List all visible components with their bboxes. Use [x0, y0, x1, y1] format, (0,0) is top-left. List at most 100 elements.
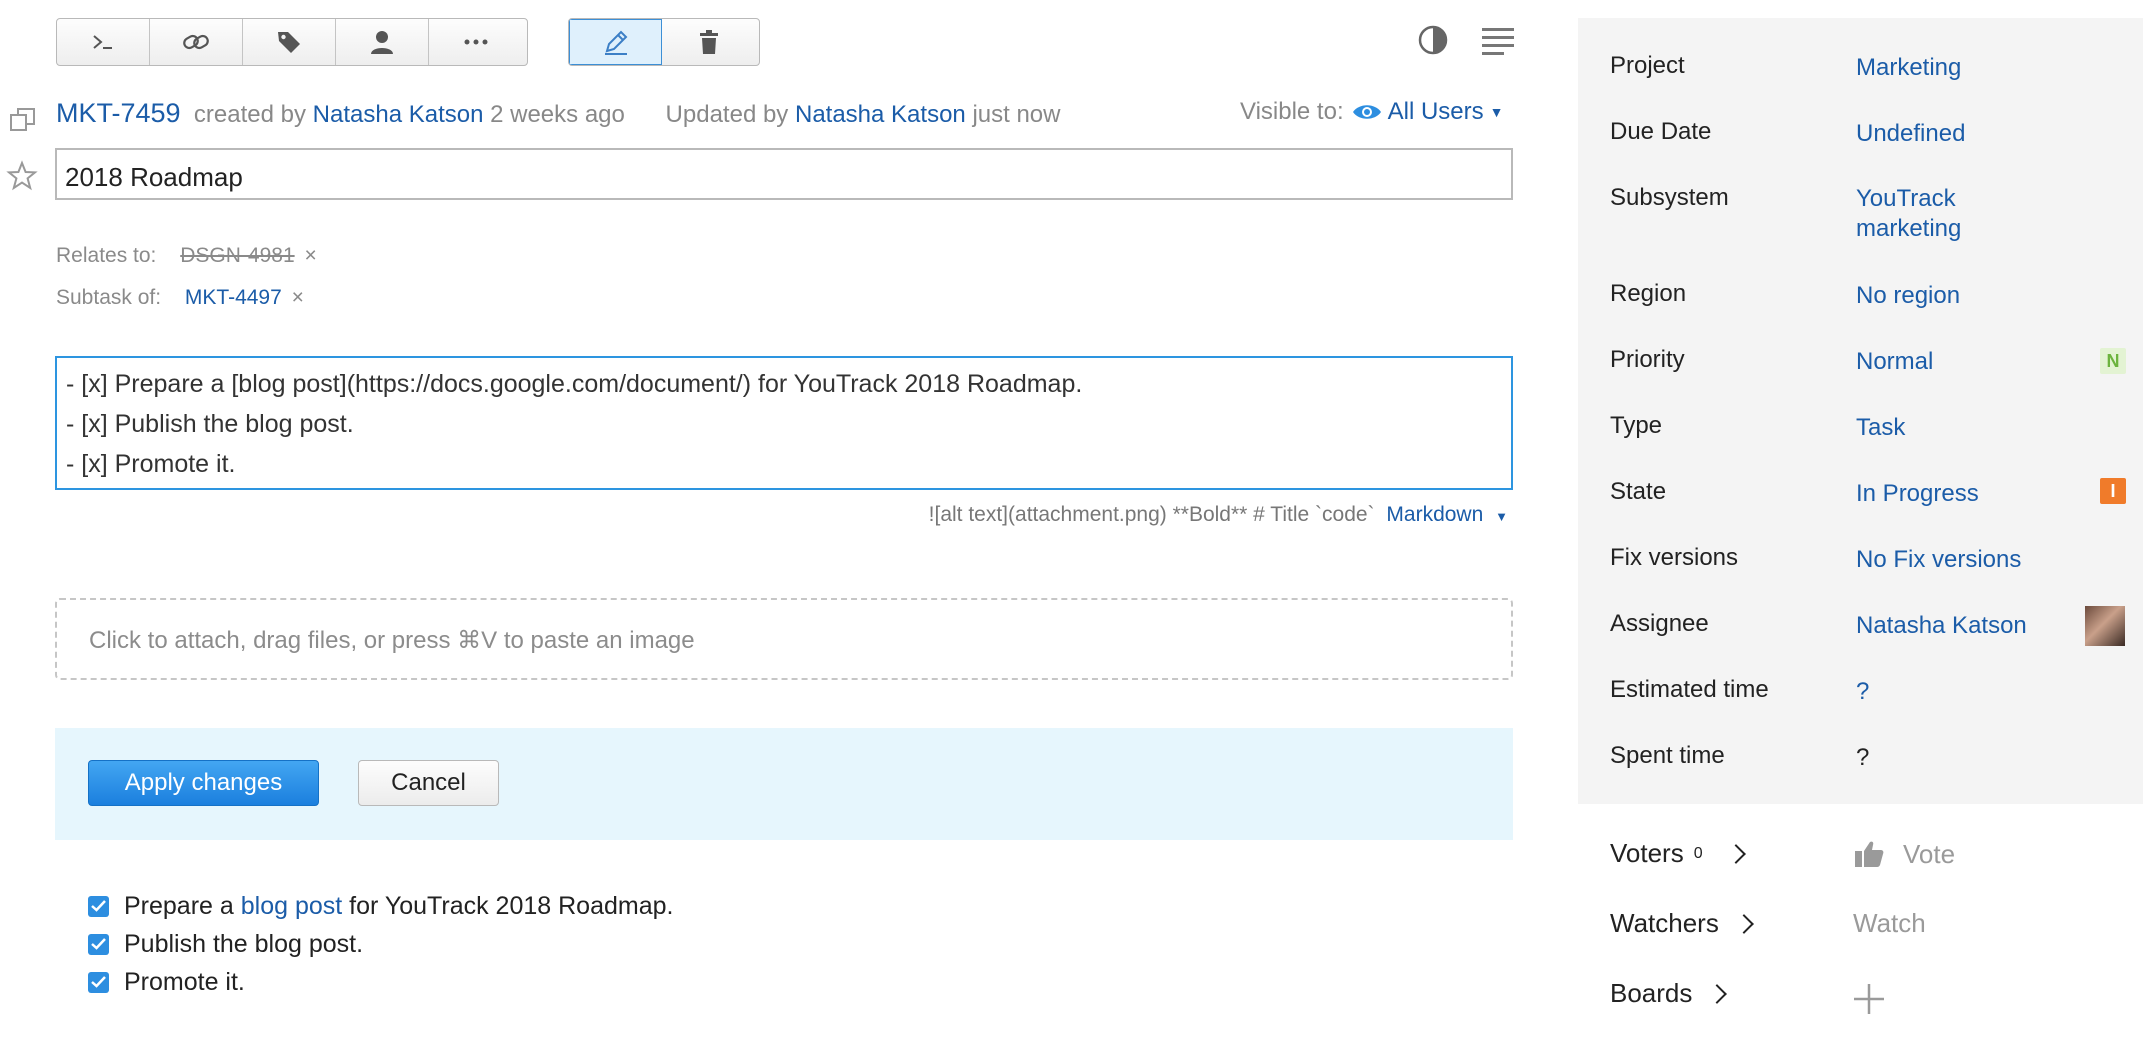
- subtask-issue-link[interactable]: MKT-4497: [185, 286, 282, 309]
- edit-button[interactable]: [569, 19, 662, 65]
- add-to-board-plus-icon[interactable]: [1852, 982, 1886, 1016]
- avatar[interactable]: [2085, 606, 2125, 646]
- field-value-fix-versions[interactable]: No Fix versions: [1856, 545, 2021, 575]
- checklist-text: for YouTrack 2018 Roadmap.: [349, 891, 674, 920]
- checklist-item: Prepare a blog post for YouTrack 2018 Ro…: [88, 888, 673, 924]
- tag-icon: [278, 32, 300, 53]
- blog-post-link[interactable]: blog post: [241, 892, 342, 921]
- description-line: - [x] Promote it.: [66, 450, 236, 478]
- more-button[interactable]: [429, 19, 522, 65]
- cancel-button[interactable]: Cancel: [358, 760, 499, 806]
- field-value-priority[interactable]: Normal: [1856, 347, 1933, 377]
- field-label-due-date: Due Date: [1610, 118, 1712, 145]
- chevron-right-icon: [1733, 913, 1754, 934]
- checklist-text: Publish the blog post.: [124, 929, 364, 958]
- markdown-dropdown-caret-icon[interactable]: ▼: [1495, 509, 1508, 524]
- markdown-hint-text: ![alt text](attachment.png) **Bold** # T…: [928, 503, 1375, 526]
- command-button[interactable]: [57, 19, 150, 65]
- chevron-right-icon: [1707, 983, 1728, 1004]
- issue-fields-panel: Project Marketing Due Date Undefined Sub…: [1578, 18, 2143, 804]
- more-icon: [464, 39, 487, 45]
- subsystem-line: marketing: [1856, 215, 1962, 242]
- checkmark-icon: [91, 900, 106, 912]
- trash-icon: [699, 30, 718, 54]
- state-badge: I: [2100, 478, 2126, 504]
- description-editor[interactable]: - [x] Prepare a [blog post](https://docs…: [55, 356, 1513, 490]
- updater-link[interactable]: Natasha Katson: [795, 101, 966, 128]
- thumbs-up-icon: [1855, 841, 1884, 867]
- toolbar-actions: [56, 18, 528, 66]
- watchers-toggle[interactable]: Watchers: [1610, 908, 1754, 939]
- field-label-type: Type: [1610, 412, 1663, 439]
- pencil-icon: [604, 30, 627, 55]
- vote-label: Vote: [1903, 838, 1956, 869]
- toolbar-edit: [568, 18, 760, 66]
- checkbox-checked[interactable]: [88, 933, 109, 955]
- boards-toggle[interactable]: Boards: [1610, 978, 1728, 1009]
- link-icon: [183, 34, 209, 50]
- menu-lines-icon[interactable]: [1482, 26, 1514, 56]
- tag-button[interactable]: [243, 19, 336, 65]
- updated-time: just now: [972, 101, 1061, 128]
- visibility-selector[interactable]: Visible to: All Users ▼: [1240, 98, 1504, 126]
- chevron-right-icon: [1725, 843, 1746, 864]
- checklist-text: Prepare a: [124, 891, 234, 920]
- attach-dropzone[interactable]: Click to attach, drag files, or press ⌘V…: [55, 598, 1513, 680]
- updated-prefix: Updated by: [665, 101, 789, 128]
- field-label-subsystem: Subsystem: [1610, 184, 1729, 211]
- watch-button[interactable]: Watch: [1853, 908, 1926, 939]
- remove-relates-icon[interactable]: ×: [304, 244, 316, 267]
- vote-button[interactable]: Vote: [1853, 838, 1955, 870]
- checkmark-icon: [91, 976, 106, 988]
- field-value-type[interactable]: Task: [1856, 413, 1905, 443]
- field-value-estimated-time[interactable]: ?: [1856, 677, 1869, 707]
- field-label-assignee: Assignee: [1610, 610, 1709, 637]
- checklist-text: Promote it.: [124, 967, 245, 996]
- voters-label: Voters: [1610, 838, 1684, 868]
- field-value-due-date[interactable]: Undefined: [1856, 119, 1965, 149]
- delete-button[interactable]: [662, 19, 755, 65]
- field-value-project[interactable]: Marketing: [1856, 53, 1961, 83]
- assign-user-button[interactable]: [336, 19, 429, 65]
- field-value-subsystem[interactable]: YouTrack marketing: [1856, 184, 1961, 244]
- checkmark-icon: [91, 938, 106, 950]
- remove-subtask-icon[interactable]: ×: [292, 286, 304, 309]
- markdown-mode-selector[interactable]: Markdown: [1386, 503, 1483, 526]
- voters-toggle[interactable]: Voters 0: [1610, 838, 1746, 869]
- subsystem-line: YouTrack: [1856, 185, 1956, 212]
- field-value-spent-time: ?: [1856, 744, 1870, 771]
- boards-label: Boards: [1610, 978, 1693, 1008]
- contrast-toggle-icon[interactable]: [1417, 24, 1449, 56]
- visible-dropdown-caret-icon: ▼: [1489, 104, 1504, 120]
- apply-changes-button[interactable]: Apply changes: [88, 760, 319, 806]
- field-value-assignee[interactable]: Natasha Katson: [1856, 611, 2027, 641]
- voters-count: 0: [1693, 844, 1703, 862]
- watchers-label: Watchers: [1610, 908, 1719, 938]
- field-label-region: Region: [1610, 280, 1687, 307]
- field-value-region[interactable]: No region: [1856, 281, 1960, 311]
- field-label-estimated-time: Estimated time: [1610, 676, 1769, 703]
- issue-meta: MKT-7459 created by Natasha Katson 2 wee…: [56, 98, 1060, 129]
- field-label-fix-versions: Fix versions: [1610, 544, 1739, 571]
- checkbox-checked[interactable]: [88, 895, 109, 917]
- subtask-of-row: Subtask of: MKT-4497 ×: [56, 286, 304, 310]
- field-value-state[interactable]: In Progress: [1856, 479, 1979, 509]
- relates-issue-link[interactable]: DSGN-4981: [180, 244, 294, 267]
- field-label-project: Project: [1610, 52, 1685, 79]
- summary-input[interactable]: 2018 Roadmap: [55, 148, 1513, 200]
- visible-label: Visible to:: [1240, 98, 1344, 125]
- description-line: - [x] Publish the blog post.: [66, 410, 354, 438]
- relates-to-row: Relates to: DSGN-4981 ×: [56, 244, 317, 268]
- description-line: - [x] Prepare a [blog post](https://docs…: [66, 370, 1083, 398]
- checklist-item: Promote it.: [88, 964, 245, 1000]
- checkbox-checked[interactable]: [88, 971, 109, 993]
- priority-badge: N: [2100, 348, 2126, 374]
- created-prefix: created by: [193, 101, 306, 128]
- field-label-priority: Priority: [1610, 346, 1685, 373]
- link-issue-button[interactable]: [150, 19, 243, 65]
- checklist-item: Publish the blog post.: [88, 926, 363, 962]
- creator-link[interactable]: Natasha Katson: [313, 101, 484, 128]
- issue-id[interactable]: MKT-7459: [56, 98, 181, 128]
- clone-icon[interactable]: [8, 105, 38, 135]
- star-icon[interactable]: [6, 160, 38, 192]
